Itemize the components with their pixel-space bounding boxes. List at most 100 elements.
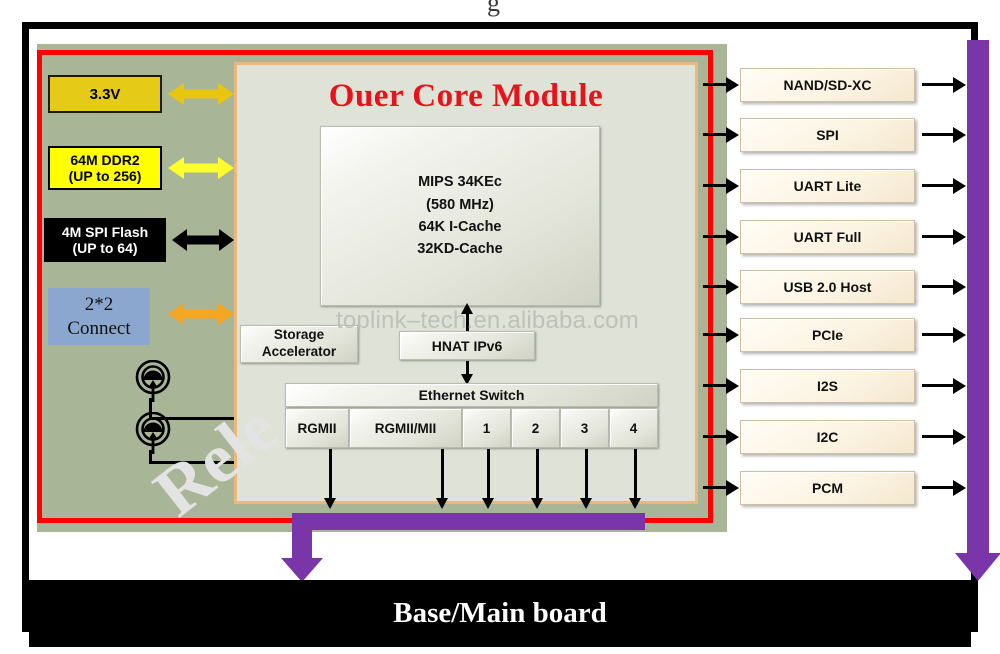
switch-port-2: 2 <box>511 408 560 448</box>
bus-drop <box>292 513 312 561</box>
peripheral-uart-full: UART Full <box>740 220 915 254</box>
out-arrow-line-6 <box>922 333 956 336</box>
block-wifi-connect: 2*2 Connect <box>48 288 150 345</box>
switch-port-rgmii-mii: RGMII/MII <box>349 408 462 448</box>
out-arrowhead-5 <box>953 279 966 295</box>
hnat-label: HNAT IPv6 <box>431 337 503 354</box>
out-arrow-line-8 <box>922 435 956 438</box>
port-arrowhead-3 <box>482 498 494 509</box>
base-main-board-label: Base/Main board <box>393 597 607 629</box>
ethernet-switch-ports: RGMII RGMII/MII 1 2 3 4 <box>285 408 658 448</box>
switch-port-3: 3 <box>560 408 609 448</box>
in-arrowhead-3 <box>726 178 739 194</box>
peripheral-i2c: I2C <box>740 420 915 454</box>
port-line-4 <box>536 449 539 503</box>
in-arrowhead-1 <box>726 77 739 93</box>
peripheral-i2s-label: I2S <box>816 378 838 394</box>
port-arrowhead-2 <box>436 498 448 509</box>
block-power-label: 3.3V <box>89 85 121 103</box>
hnat-block: HNAT IPv6 <box>399 331 535 360</box>
block-ddr2: 64M DDR2 (UP to 256) <box>48 146 162 190</box>
switch-port-1: 1 <box>462 408 511 448</box>
base-main-board: Base/Main board <box>29 580 971 647</box>
port-line-6 <box>634 449 637 503</box>
in-arrowhead-5 <box>726 279 739 295</box>
ethernet-switch-header: Ethernet Switch <box>285 383 658 407</box>
block-ddr2-label: 64M DDR2 <box>70 151 140 168</box>
port-arrowhead-6 <box>629 498 641 509</box>
out-arrowhead-7 <box>953 378 966 394</box>
out-arrow-line-7 <box>922 384 956 387</box>
storage-accelerator-line-1: Storage <box>273 327 325 343</box>
switch-port-3-label: 3 <box>580 420 589 436</box>
port-arrowhead-1 <box>324 498 336 509</box>
block-spi-flash-sublabel: (UP to 64) <box>72 240 138 256</box>
out-arrowhead-3 <box>953 178 966 194</box>
peripheral-pcm-label: PCM <box>811 480 844 496</box>
block-wifi-connect-sublabel: Connect <box>67 317 131 339</box>
block-ddr2-sublabel: (UP to 256) <box>68 168 142 184</box>
cpu-line-3: 64K I-Cache <box>418 219 502 235</box>
block-power: 3.3V <box>48 75 162 113</box>
antenna-line-2-horizontal <box>149 461 239 464</box>
in-arrowhead-9 <box>726 480 739 496</box>
port-arrowhead-4 <box>531 498 543 509</box>
in-arrowhead-8 <box>726 429 739 445</box>
bus-horizontal <box>292 513 645 530</box>
cpu-line-2: (580 MHz) <box>426 196 494 213</box>
peripheral-pcie: PCIe <box>740 318 915 352</box>
out-arrowhead-1 <box>953 77 966 93</box>
in-arrowhead-4 <box>726 229 739 245</box>
diagram-canvas: g 3.3V 64M DDR2 (UP to 256) 4M SPI Flash… <box>0 0 1000 654</box>
out-arrow-line-1 <box>922 83 956 86</box>
top-partial-glyph: g <box>487 0 500 17</box>
peripheral-i2s: I2S <box>740 369 915 403</box>
switch-port-rgmii: RGMII <box>285 408 349 448</box>
peripheral-usb-2-host-label: USB 2.0 Host <box>783 279 872 295</box>
bus-vertical-arrowhead <box>955 553 1000 581</box>
switch-port-rgmii-mii-label: RGMII/MII <box>374 420 437 436</box>
peripheral-i2c-label: I2C <box>816 429 839 445</box>
port-line-1 <box>329 449 332 503</box>
cpu-hnat-arrowhead <box>461 303 473 314</box>
antenna-icon-2 <box>134 411 172 456</box>
ethernet-switch-label: Ethernet Switch <box>418 387 525 403</box>
out-arrowhead-4 <box>953 229 966 245</box>
out-arrowhead-8 <box>953 429 966 445</box>
block-wifi-connect-label: 2*2 <box>84 293 114 315</box>
cpu-line-1: MIPS 34KEc <box>418 174 502 191</box>
block-spi-flash-label: 4M SPI Flash <box>61 223 149 240</box>
antenna-icon-1 <box>134 359 172 404</box>
port-arrowhead-5 <box>580 498 592 509</box>
peripheral-spi-label: SPI <box>816 127 839 143</box>
peripheral-spi: SPI <box>740 118 915 152</box>
out-arrow-line-9 <box>922 486 956 489</box>
peripheral-uart-lite-label: UART Lite <box>793 178 862 194</box>
out-arrowhead-2 <box>953 127 966 143</box>
out-arrowhead-6 <box>953 327 966 343</box>
cpu-line-4: 32KD-Cache <box>417 241 503 258</box>
in-arrowhead-6 <box>726 327 739 343</box>
peripheral-uart-full-label: UART Full <box>793 229 862 245</box>
peripheral-pcie-label: PCIe <box>811 327 844 343</box>
out-arrowhead-9 <box>953 480 966 496</box>
peripheral-pcm: PCM <box>740 471 915 505</box>
peripheral-uart-lite: UART Lite <box>740 169 915 203</box>
port-line-5 <box>585 449 588 503</box>
port-line-3 <box>487 449 490 503</box>
switch-port-4-label: 4 <box>629 420 638 436</box>
storage-accelerator-line-2: Accelerator <box>261 344 337 359</box>
cpu-block: MIPS 34KEc (580 MHz) 64K I-Cache 32KD-Ca… <box>320 126 600 306</box>
peripheral-usb-2-host: USB 2.0 Host <box>740 270 915 304</box>
switch-port-1-label: 1 <box>482 420 491 436</box>
switch-port-4: 4 <box>609 408 658 448</box>
out-arrow-line-4 <box>922 235 956 238</box>
in-arrowhead-7 <box>726 378 739 394</box>
in-arrowhead-2 <box>726 127 739 143</box>
out-arrow-line-2 <box>922 133 956 136</box>
port-line-2 <box>441 449 444 503</box>
bus-drop-arrowhead <box>281 558 323 582</box>
bus-vertical <box>967 40 989 556</box>
out-arrow-line-3 <box>922 184 956 187</box>
switch-port-2-label: 2 <box>531 420 540 436</box>
